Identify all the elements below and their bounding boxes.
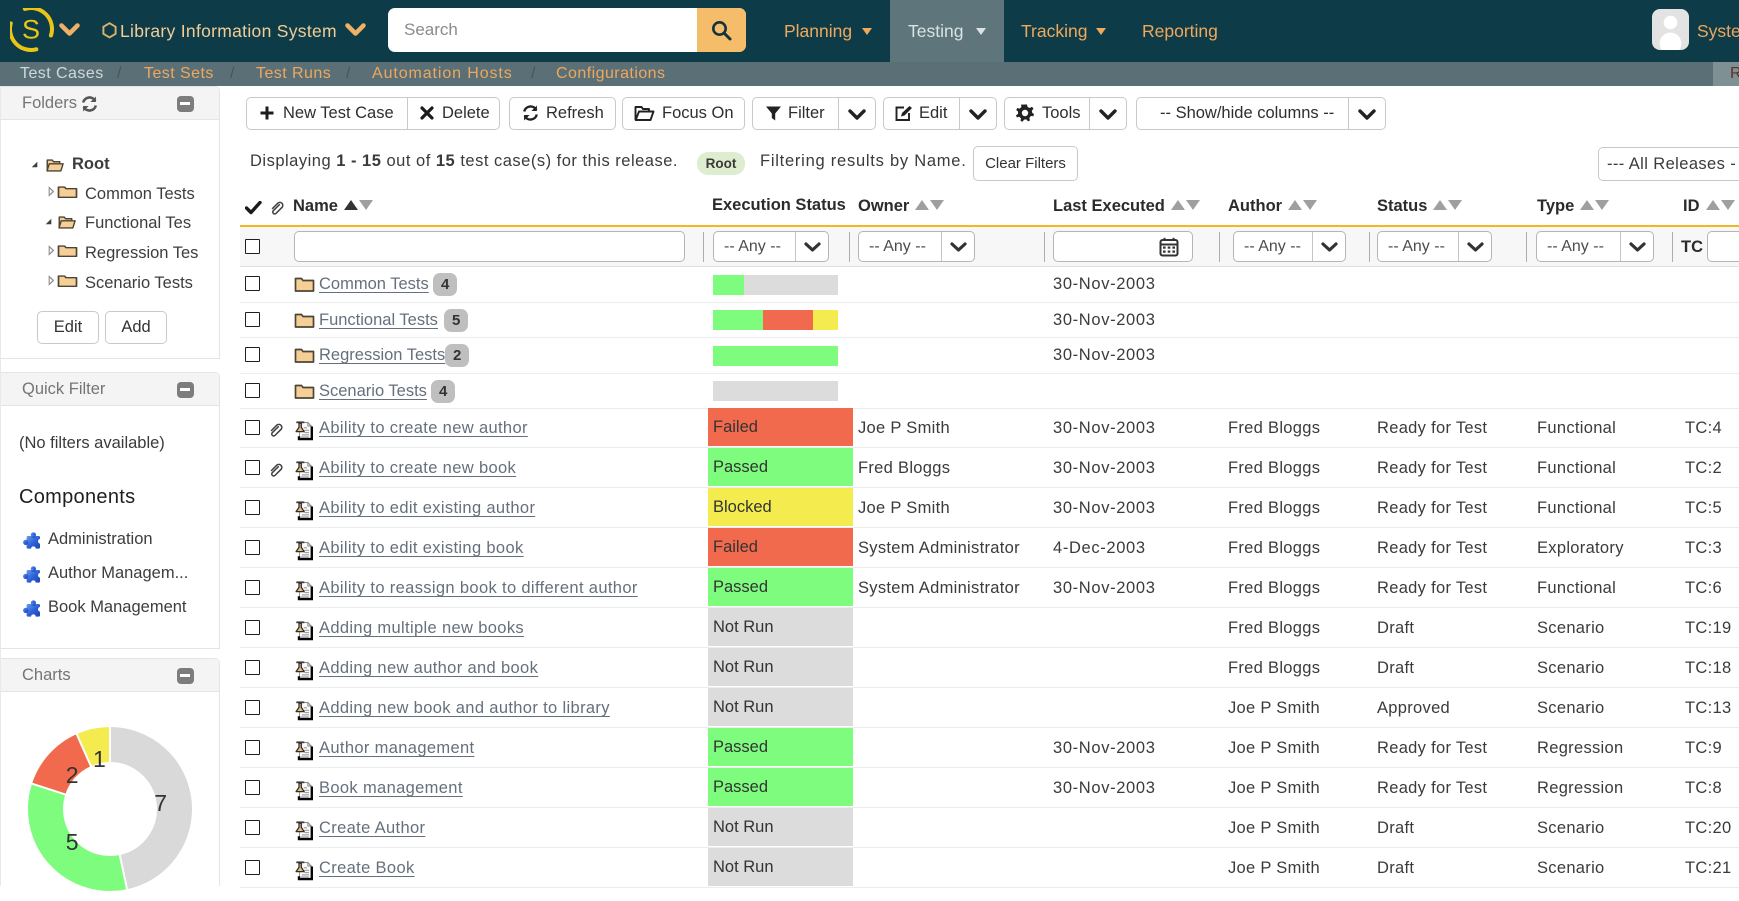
svg-text:5: 5 xyxy=(66,829,79,855)
svg-text:S: S xyxy=(22,15,40,45)
svg-text:2: 2 xyxy=(66,762,79,788)
svg-text:1: 1 xyxy=(93,746,106,772)
svg-text:7: 7 xyxy=(154,790,167,816)
